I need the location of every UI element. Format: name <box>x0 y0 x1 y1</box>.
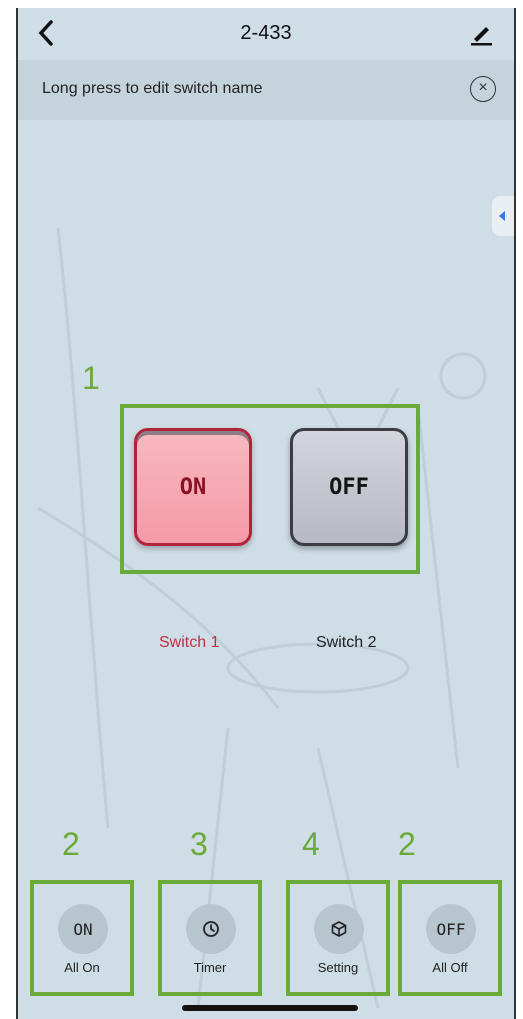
top-bar: 2-433 <box>18 8 514 60</box>
all-off-button[interactable]: OFF All Off <box>400 896 500 980</box>
side-drawer-tab[interactable] <box>492 196 514 236</box>
annotation-label-2-right: 2 <box>398 826 416 862</box>
all-off-icon: OFF <box>426 904 476 954</box>
switch-1-button[interactable]: ON <box>134 428 252 546</box>
switch-1-state: ON <box>179 474 207 500</box>
tip-text: Long press to edit switch name <box>42 80 263 97</box>
close-icon[interactable]: × <box>470 76 496 102</box>
home-indicator[interactable] <box>182 1005 358 1011</box>
switch-2-button[interactable]: OFF <box>290 428 408 546</box>
timer-button[interactable]: Timer <box>160 896 260 980</box>
annotation-label-3: 3 <box>190 826 208 862</box>
setting-button[interactable]: Setting <box>288 896 388 980</box>
all-on-label: All On <box>64 960 100 975</box>
all-on-button[interactable]: ON All On <box>32 896 132 980</box>
pencil-icon <box>471 27 492 46</box>
switch-2-state: OFF <box>329 474 369 500</box>
all-off-label: All Off <box>432 960 468 975</box>
app-screen: 2-433 Long press to edit switch name × 1… <box>16 8 516 1019</box>
annotation-label-2-left: 2 <box>62 826 80 862</box>
annotation-label-4: 4 <box>302 826 320 862</box>
switch-2-label[interactable]: Switch 2 <box>316 634 376 652</box>
annotation-label-1: 1 <box>82 360 100 396</box>
timer-label: Timer <box>193 960 227 975</box>
setting-label: Setting <box>317 960 359 975</box>
edit-button[interactable] <box>468 20 498 50</box>
cube-icon <box>314 904 364 954</box>
clock-icon <box>186 904 236 954</box>
tip-banner: Long press to edit switch name × <box>18 60 514 120</box>
all-on-icon: ON <box>58 904 108 954</box>
caret-left-icon <box>499 211 505 221</box>
switch-1-label[interactable]: Switch 1 <box>159 634 219 652</box>
page-title: 2-433 <box>240 22 292 44</box>
